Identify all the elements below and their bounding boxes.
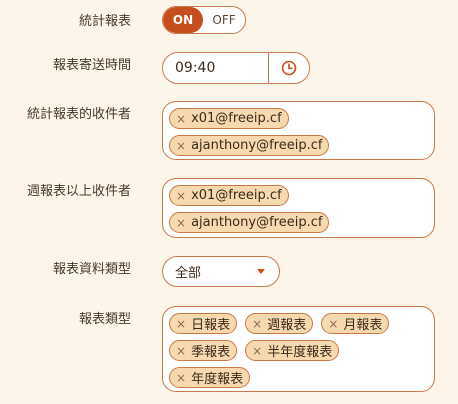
stats-recipients-label: 統計報表的收件者 <box>26 107 131 122</box>
remove-tag-icon[interactable]: × <box>252 344 262 358</box>
report-types-label: 報表類型 <box>78 312 131 327</box>
tag-label: ajanthony@freeip.cf <box>191 138 323 153</box>
report-type-tag: × 日報表 <box>169 313 238 334</box>
clock-icon <box>281 60 297 76</box>
tag-label: ajanthony@freeip.cf <box>191 215 323 230</box>
report-types-field[interactable]: × 日報表 × 週報表 × 月報表 × 季報表 × 半年度報表 × 年度報表 <box>162 306 435 392</box>
remove-tag-icon[interactable]: × <box>176 371 186 385</box>
report-type-tag: × 週報表 <box>245 313 314 334</box>
report-type-tag: × 年度報表 <box>169 367 251 388</box>
remove-tag-icon[interactable]: × <box>252 317 262 331</box>
toggle-off-option[interactable]: OFF <box>203 13 245 27</box>
send-time-label: 報表寄送時間 <box>52 58 131 73</box>
remove-tag-icon[interactable]: × <box>176 189 186 203</box>
recipient-tag: × x01@freeip.cf <box>169 108 289 129</box>
stats-report-label: 統計報表 <box>78 14 131 29</box>
remove-tag-icon[interactable]: × <box>176 139 186 153</box>
recipient-tag: × ajanthony@freeip.cf <box>169 135 330 156</box>
remove-tag-icon[interactable]: × <box>176 216 186 230</box>
data-type-select[interactable]: 全部 <box>162 256 280 287</box>
recipient-tag: × x01@freeip.cf <box>169 185 289 206</box>
tag-label: 日報表 <box>191 318 231 333</box>
remove-tag-icon[interactable]: × <box>176 317 186 331</box>
clock-picker-button[interactable] <box>268 53 309 83</box>
toggle-on-option[interactable]: ON <box>163 7 203 33</box>
remove-tag-icon[interactable]: × <box>328 317 338 331</box>
send-time-field[interactable]: 09:40 <box>162 52 310 84</box>
report-type-tag: × 季報表 <box>169 340 238 361</box>
remove-tag-icon[interactable]: × <box>176 344 186 358</box>
stats-recipients-field[interactable]: × x01@freeip.cf × ajanthony@freeip.cf <box>162 101 435 160</box>
tag-label: 季報表 <box>191 345 231 360</box>
data-type-value: 全部 <box>175 266 202 281</box>
report-type-tag: × 半年度報表 <box>245 340 340 361</box>
tag-label: 週報表 <box>267 318 307 333</box>
send-time-value[interactable]: 09:40 <box>163 60 268 76</box>
stats-report-toggle[interactable]: ON OFF <box>162 6 246 34</box>
tag-label: x01@freeip.cf <box>191 111 282 126</box>
report-type-tag: × 月報表 <box>321 313 390 334</box>
data-type-label: 報表資料類型 <box>52 262 131 277</box>
tag-label: 半年度報表 <box>267 345 333 360</box>
remove-tag-icon[interactable]: × <box>176 112 186 126</box>
dropdown-caret-icon <box>257 269 265 274</box>
tag-label: 月報表 <box>343 318 383 333</box>
tag-label: x01@freeip.cf <box>191 188 282 203</box>
weekly-recipients-label: 週報表以上收件者 <box>26 184 131 199</box>
recipient-tag: × ajanthony@freeip.cf <box>169 212 330 233</box>
weekly-recipients-field[interactable]: × x01@freeip.cf × ajanthony@freeip.cf <box>162 178 435 238</box>
tag-label: 年度報表 <box>191 372 244 387</box>
